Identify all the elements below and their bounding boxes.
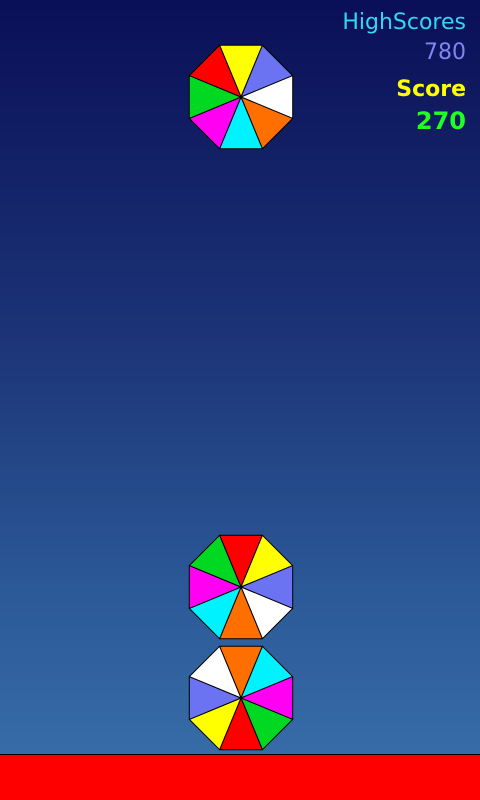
highscores-label: HighScores <box>342 10 466 35</box>
falling-octagon-piece[interactable] <box>188 44 294 150</box>
stacked-octagon-upper <box>188 534 294 640</box>
score-panel: HighScores 780 Score 270 <box>342 8 466 137</box>
score-value: 270 <box>415 107 466 136</box>
highscores-value: 780 <box>424 39 466 65</box>
score-label: Score <box>396 77 466 103</box>
ground-platform <box>0 754 480 800</box>
stacked-octagon-lower <box>188 645 294 751</box>
